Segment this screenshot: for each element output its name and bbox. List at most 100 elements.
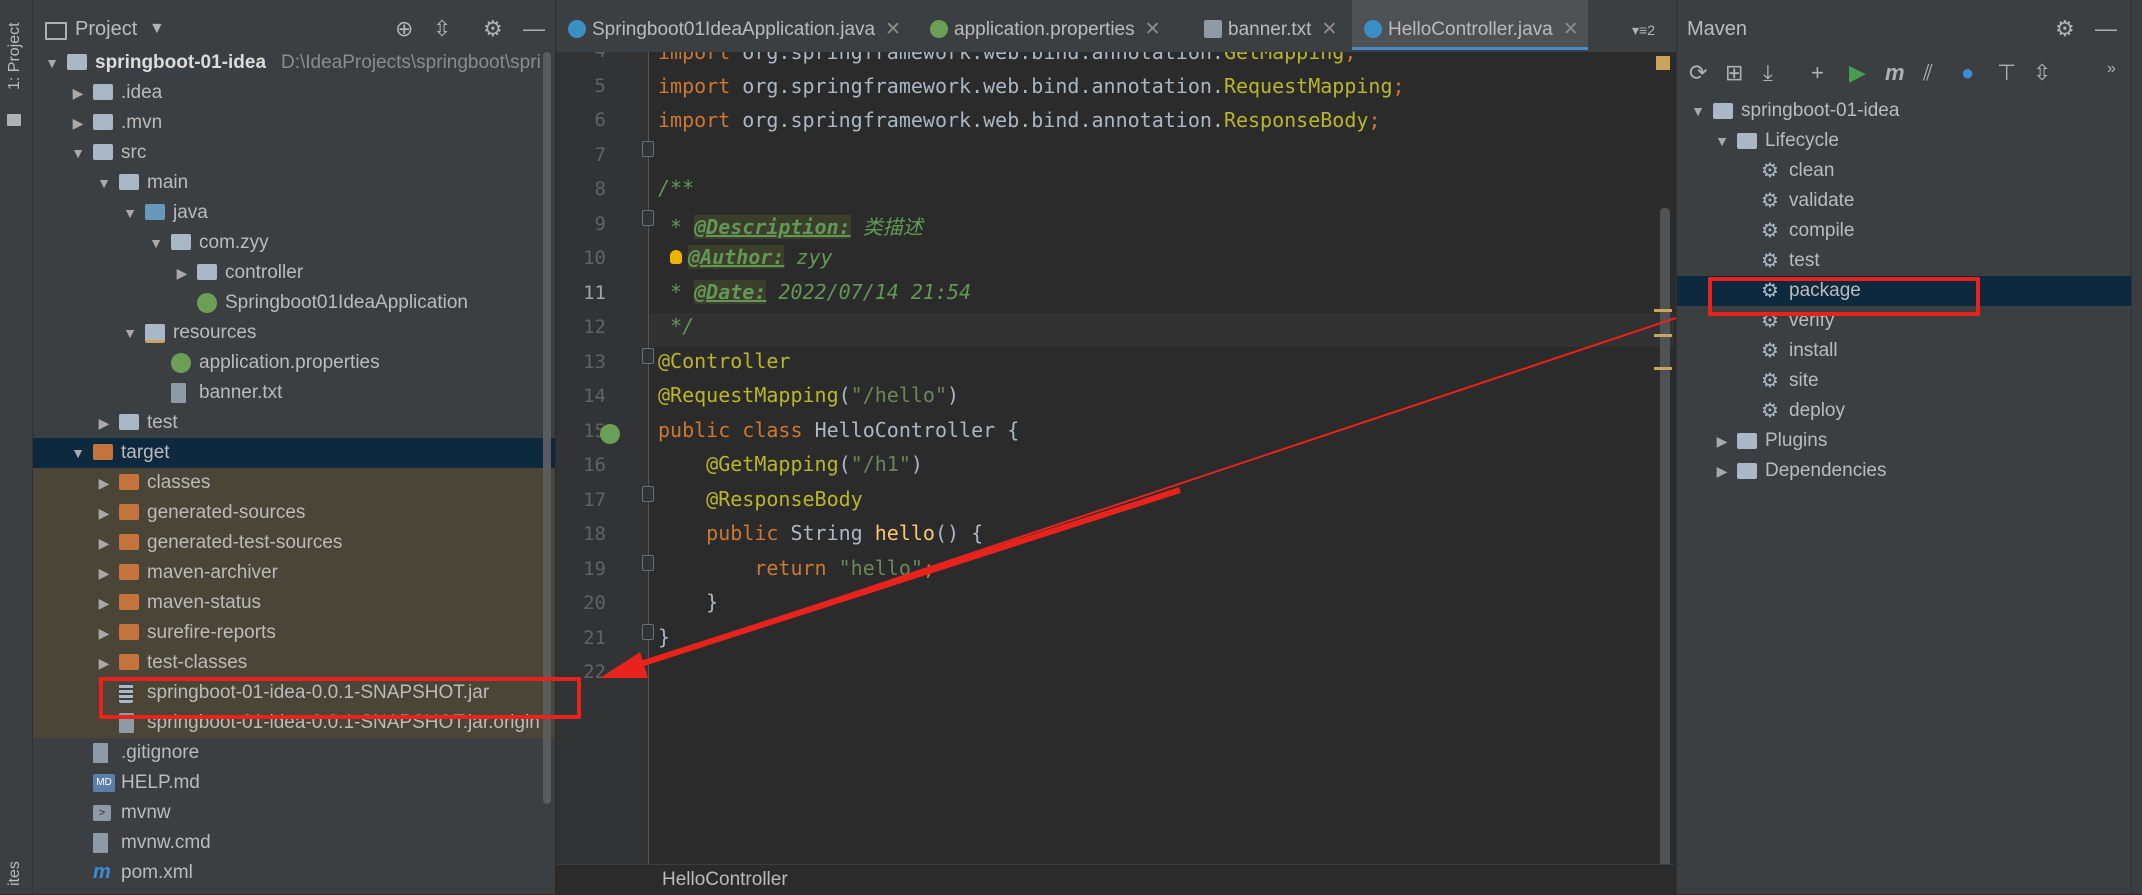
reload-icon[interactable]: ⟳: [1689, 60, 1707, 86]
tree-item[interactable]: ▶ classes: [33, 468, 555, 498]
tree-item[interactable]: ▼ com.zyy: [33, 228, 555, 258]
tab-springboot01ideaapplication[interactable]: Springboot01IdeaApplication.java ✕: [556, 0, 916, 50]
skip-tests-icon[interactable]: ●: [1961, 60, 1974, 86]
fold-marker-icon[interactable]: [642, 555, 654, 571]
chevron-down-icon[interactable]: ▼: [1713, 126, 1731, 156]
add-icon[interactable]: +: [1811, 60, 1824, 86]
tree-item[interactable]: application.properties: [33, 348, 555, 378]
tree-item[interactable]: ▼ java: [33, 198, 555, 228]
chevron-down-icon[interactable]: ▼: [121, 198, 139, 228]
code-editor[interactable]: 45678910111213141516171819202122 import …: [556, 52, 1674, 864]
editor-scrollbar[interactable]: [1660, 208, 1670, 864]
tree-item[interactable]: ▶ test-classes: [33, 648, 555, 678]
fold-marker-icon[interactable]: [642, 141, 654, 157]
chevron-right-icon[interactable]: ▶: [69, 78, 87, 108]
chevron-right-icon[interactable]: ▶: [95, 468, 113, 498]
spring-bean-gutter-icon[interactable]: [600, 424, 620, 444]
tab-application-properties[interactable]: application.properties ✕: [918, 0, 1161, 50]
chevron-down-icon[interactable]: ▼: [121, 318, 139, 348]
chevron-down-icon[interactable]: ▼: [1689, 96, 1707, 126]
chevron-down-icon[interactable]: ▼: [69, 438, 87, 468]
maven-tree-item[interactable]: ▶ Dependencies: [1677, 456, 2131, 486]
tree-item[interactable]: ▶ surefire-reports: [33, 618, 555, 648]
chevron-right-icon[interactable]: ▶: [95, 528, 113, 558]
chevron-down-icon[interactable]: ▼: [95, 168, 113, 198]
analysis-status-icon[interactable]: [1656, 56, 1670, 70]
close-icon[interactable]: ✕: [885, 19, 901, 40]
fold-marker-icon[interactable]: [642, 210, 654, 226]
tree-item[interactable]: ▼ main: [33, 168, 555, 198]
sites-tool-tab[interactable]: ites: [4, 838, 28, 888]
maven-tree-item[interactable]: ⚙ site: [1677, 366, 2131, 396]
tab-hellocontroller[interactable]: HelloController.java ✕: [1352, 0, 1588, 50]
maven-tree-item[interactable]: ⚙ clean: [1677, 156, 2131, 186]
close-icon[interactable]: ✕: [1321, 19, 1337, 40]
download-icon[interactable]: ⤓: [1763, 60, 1773, 86]
tree-item[interactable]: ▼ src: [33, 138, 555, 168]
hide-icon[interactable]: —: [523, 16, 545, 42]
maven-tree-item[interactable]: ⚙ install: [1677, 336, 2131, 366]
tree-item[interactable]: > mvnw: [33, 798, 555, 828]
chevron-right-icon[interactable]: ▶: [95, 498, 113, 528]
tree-item[interactable]: ▶ .mvn: [33, 108, 555, 138]
lightbulb-icon[interactable]: [670, 250, 682, 264]
collapse-all-icon[interactable]: ⇳: [2033, 60, 2051, 86]
fold-marker-icon[interactable]: [642, 486, 654, 502]
tree-item[interactable]: ▶ maven-status: [33, 588, 555, 618]
chevron-down-icon[interactable]: ▼: [147, 228, 165, 258]
maven-tree-item[interactable]: ▶ Plugins: [1677, 426, 2131, 456]
tree-item[interactable]: .gitignore: [33, 738, 555, 768]
maven-goal-icon[interactable]: m: [1885, 60, 1905, 86]
breadcrumb[interactable]: HelloController: [662, 869, 788, 891]
more-icon[interactable]: »: [2107, 60, 2116, 78]
maven-tree-item[interactable]: ⚙ validate: [1677, 186, 2131, 216]
chevron-right-icon[interactable]: ▶: [95, 408, 113, 438]
show-dependencies-icon[interactable]: ⊤: [1997, 60, 2016, 86]
scroll-marker[interactable]: [1654, 334, 1672, 337]
tree-item[interactable]: ▶ test: [33, 408, 555, 438]
tabs-overflow-button[interactable]: ▾≡2: [1632, 0, 1676, 50]
chevron-right-icon[interactable]: ▶: [95, 588, 113, 618]
chevron-right-icon[interactable]: ▶: [69, 108, 87, 138]
fold-marker-icon[interactable]: [642, 624, 654, 640]
tree-item[interactable]: ▼ resources: [33, 318, 555, 348]
chevron-right-icon[interactable]: ▶: [95, 648, 113, 678]
maven-tree-item[interactable]: ⚙ test: [1677, 246, 2131, 276]
gear-icon[interactable]: ⚙: [483, 16, 503, 42]
scroll-marker[interactable]: [1654, 309, 1672, 312]
fold-marker-icon[interactable]: [642, 348, 654, 364]
tree-item[interactable]: ▶ maven-archiver: [33, 558, 555, 588]
chevron-right-icon[interactable]: ▶: [95, 558, 113, 588]
chevron-right-icon[interactable]: ▶: [1713, 456, 1731, 486]
maven-tree-item[interactable]: ⚙ compile: [1677, 216, 2131, 246]
chevron-down-icon[interactable]: ▼: [149, 20, 165, 38]
tree-item[interactable]: ▶ controller: [33, 258, 555, 288]
add-folder-icon[interactable]: ⊞: [1725, 60, 1743, 86]
toggle-offline-icon[interactable]: ⫽: [1923, 60, 1933, 86]
collapse-all-icon[interactable]: ⇳: [433, 16, 451, 42]
project-panel-title[interactable]: Project: [75, 18, 137, 41]
scroll-marker[interactable]: [1654, 367, 1672, 370]
chevron-right-icon[interactable]: ▶: [95, 618, 113, 648]
gear-icon[interactable]: ⚙: [2055, 16, 2075, 42]
run-icon[interactable]: ▶: [1849, 60, 1866, 86]
tree-item[interactable]: banner.txt: [33, 378, 555, 408]
tree-item[interactable]: ▼ target: [33, 438, 555, 468]
tree-item[interactable]: ▶ generated-test-sources: [33, 528, 555, 558]
chevron-right-icon[interactable]: ▶: [1713, 426, 1731, 456]
tree-item[interactable]: ▼ springboot-01-idea D:\IdeaProjects\sprin…: [33, 48, 555, 78]
close-icon[interactable]: ✕: [1563, 19, 1579, 40]
chevron-down-icon[interactable]: ▼: [69, 138, 87, 168]
tab-banner-txt[interactable]: banner.txt ✕: [1192, 0, 1338, 50]
tree-item[interactable]: ▶ .idea: [33, 78, 555, 108]
tree-item[interactable]: mvnw.cmd: [33, 828, 555, 858]
locate-icon[interactable]: ⊕: [395, 16, 413, 42]
tree-item[interactable]: ▶ generated-sources: [33, 498, 555, 528]
maven-tree-item[interactable]: ▼ springboot-01-idea: [1677, 96, 2131, 126]
maven-tree-item[interactable]: ⚙ deploy: [1677, 396, 2131, 426]
tree-item[interactable]: Springboot01IdeaApplication: [33, 288, 555, 318]
hide-icon[interactable]: —: [2095, 16, 2117, 42]
tree-item[interactable]: MD HELP.md: [33, 768, 555, 798]
chevron-right-icon[interactable]: ▶: [173, 258, 191, 288]
close-icon[interactable]: ✕: [1145, 19, 1161, 40]
